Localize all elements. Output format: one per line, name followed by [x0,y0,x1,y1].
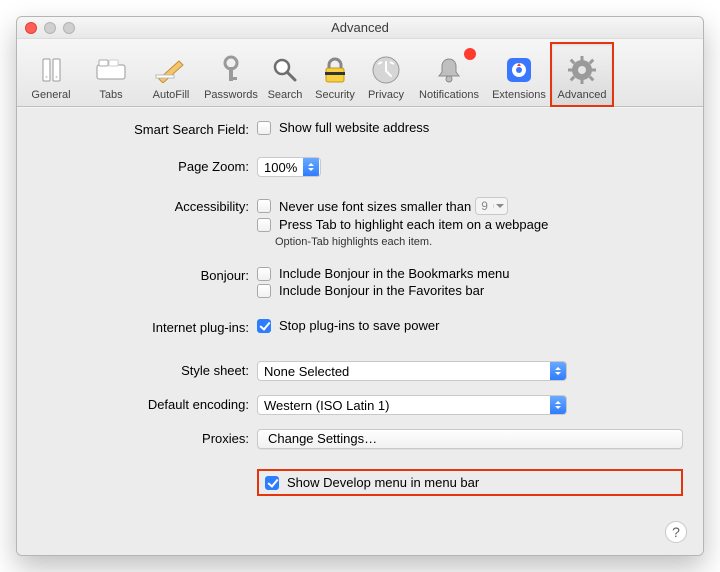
checkbox-label: Show full website address [279,120,429,135]
checkbox-label: Never use font sizes smaller than [279,199,471,214]
gear-icon [565,53,599,87]
label-bonjour: Bonjour: [37,266,257,283]
toolbar-item-label: Privacy [368,89,404,101]
checkbox-label: Show Develop menu in menu bar [287,475,479,490]
font-size-value: 9 [476,199,493,213]
checkbox-label: Press Tab to highlight each item on a we… [279,217,548,232]
checkbox-bonjour-favorites[interactable] [257,284,271,298]
stepper-icon [550,362,566,380]
page-zoom-combo[interactable]: 100% [257,157,321,177]
opt-font-sizes[interactable]: Never use font sizes smaller than 9 [257,197,683,215]
opt-bonjour-favorites[interactable]: Include Bonjour in the Favorites bar [257,283,683,298]
toolbar-item-search[interactable]: Search [261,43,309,106]
checkbox-label: Include Bonjour in the Favorites bar [279,283,484,298]
toolbar-item-privacy[interactable]: Privacy [361,43,411,106]
toolbar-item-notifications[interactable]: Notifications [411,43,487,106]
toolbar-item-advanced[interactable]: Advanced [551,43,613,106]
toolbar-item-label: Tabs [99,89,122,101]
change-settings-button[interactable]: Change Settings… [257,429,683,449]
toolbar-item-extensions[interactable]: Extensions [487,43,551,106]
opt-show-develop-menu[interactable]: Show Develop menu in menu bar [265,475,479,490]
checkbox-label: Include Bonjour in the Bookmarks menu [279,266,510,281]
toolbar-item-label: General [31,89,70,101]
combo-value: 100% [258,160,303,175]
toolbar-item-label: Passwords [204,89,258,101]
help-button[interactable]: ? [665,521,687,543]
extensions-icon [502,53,536,87]
window-title: Advanced [331,20,389,35]
toolbar-item-label: Advanced [558,89,607,101]
preferences-window: Advanced General Tabs AutoFill Passwords [16,16,704,556]
key-icon [214,53,248,87]
general-icon [34,53,68,87]
titlebar: Advanced [17,17,703,39]
label-stylesheet: Style sheet: [37,361,257,378]
label-page-zoom: Page Zoom: [37,157,257,174]
row-smart-search: Smart Search Field: Show full website ad… [37,120,683,137]
checkbox-stop-plugins[interactable] [257,319,271,333]
search-icon [268,53,302,87]
accessibility-note: Option-Tab highlights each item. [257,236,683,248]
row-encoding: Default encoding: Western (ISO Latin 1) [37,395,683,415]
row-accessibility: Accessibility: Never use font sizes smal… [37,197,683,248]
encoding-combo[interactable]: Western (ISO Latin 1) [257,395,567,415]
row-develop: Show Develop menu in menu bar [37,469,683,496]
font-size-stepper: 9 [475,197,508,215]
develop-highlight: Show Develop menu in menu bar [257,469,683,496]
label-plugins: Internet plug-ins: [37,318,257,335]
stepper-icon [550,396,566,414]
opt-show-full-address[interactable]: Show full website address [257,120,683,135]
checkbox-show-develop-menu[interactable] [265,476,279,490]
row-stylesheet: Style sheet: None Selected [37,361,683,381]
toolbar-item-label: Search [268,89,303,101]
label-smart-search: Smart Search Field: [37,120,257,137]
checkbox-bonjour-bookmarks[interactable] [257,267,271,281]
label-empty [37,469,257,471]
fullscreen-icon[interactable] [63,22,75,34]
toolbar-item-security[interactable]: Security [309,43,361,106]
label-encoding: Default encoding: [37,395,257,412]
toolbar-item-label: Extensions [492,89,546,101]
toolbar-item-label: Notifications [419,89,479,101]
stepper-icon [303,158,319,176]
label-proxies: Proxies: [37,429,257,446]
opt-stop-plugins[interactable]: Stop plug-ins to save power [257,318,683,333]
opt-press-tab[interactable]: Press Tab to highlight each item on a we… [257,217,683,232]
row-bonjour: Bonjour: Include Bonjour in the Bookmark… [37,266,683,298]
combo-value: None Selected [258,364,355,379]
content-pane: Smart Search Field: Show full website ad… [17,107,703,555]
label-accessibility: Accessibility: [37,197,257,214]
toolbar: General Tabs AutoFill Passwords Search [17,39,703,107]
toolbar-item-autofill[interactable]: AutoFill [141,43,201,106]
combo-value: Western (ISO Latin 1) [258,398,395,413]
toolbar-item-passwords[interactable]: Passwords [201,43,261,106]
toolbar-item-label: AutoFill [153,89,190,101]
checkbox-label: Stop plug-ins to save power [279,318,439,333]
row-plugins: Internet plug-ins: Stop plug-ins to save… [37,318,683,335]
row-proxies: Proxies: Change Settings… [37,429,683,449]
checkbox-show-full-address[interactable] [257,121,271,135]
window-controls [25,22,75,34]
tabs-icon [94,53,128,87]
chevron-down-icon [493,204,507,208]
toolbar-item-tabs[interactable]: Tabs [81,43,141,106]
toolbar-item-label: Security [315,89,355,101]
notification-badge [464,48,476,60]
toolbar-item-general[interactable]: General [21,43,81,106]
autofill-icon [154,53,188,87]
checkbox-press-tab[interactable] [257,218,271,232]
lock-icon [318,53,352,87]
minimize-icon[interactable] [44,22,56,34]
privacy-icon [369,53,403,87]
row-page-zoom: Page Zoom: 100% [37,157,683,177]
opt-bonjour-bookmarks[interactable]: Include Bonjour in the Bookmarks menu [257,266,683,281]
stylesheet-combo[interactable]: None Selected [257,361,567,381]
close-icon[interactable] [25,22,37,34]
bell-icon [432,53,466,87]
checkbox-font-sizes[interactable] [257,199,271,213]
help-icon: ? [672,524,680,540]
